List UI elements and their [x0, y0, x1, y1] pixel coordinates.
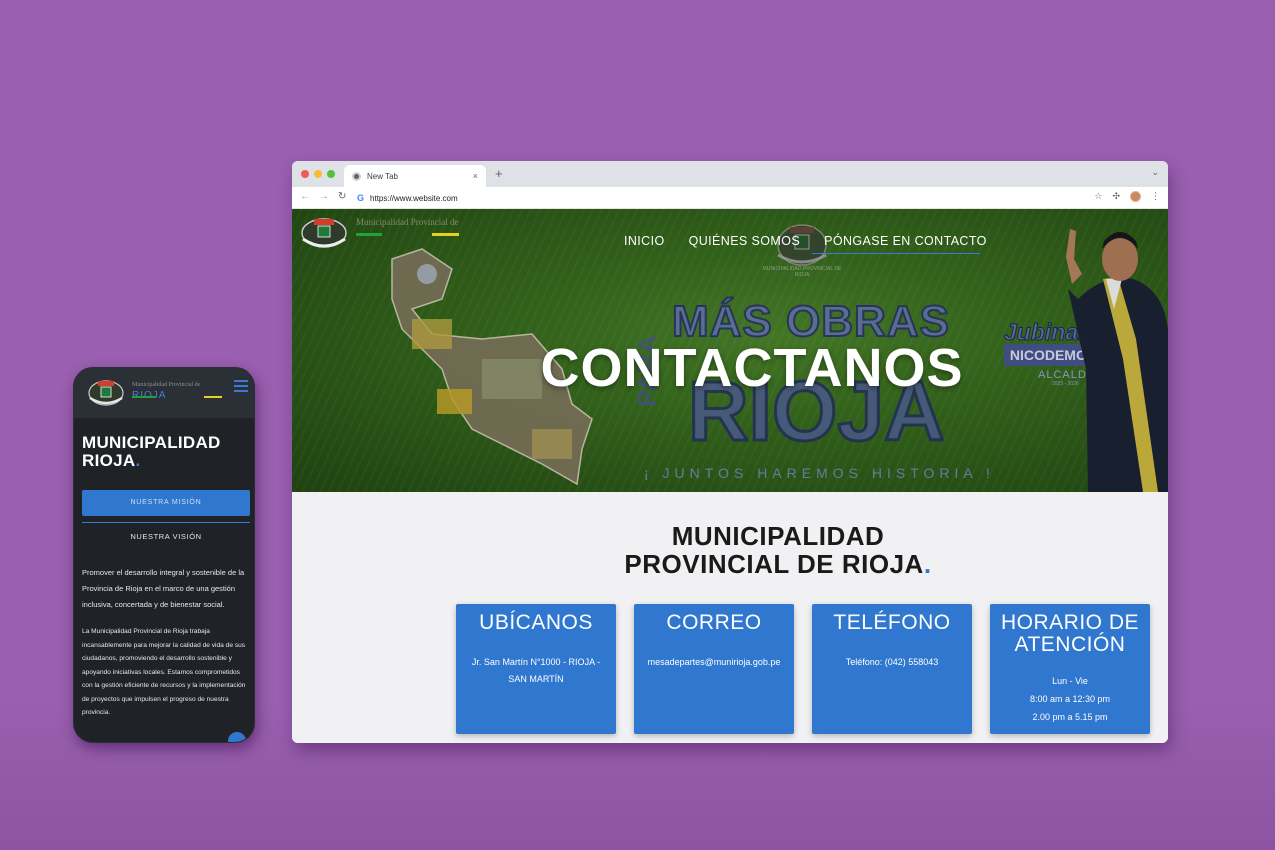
hero-heading: CONTACTANOS [540, 338, 964, 398]
back-arrow-icon[interactable]: ← [300, 191, 310, 202]
toolbar-actions: ☆ ✣ ⋮ [1094, 191, 1160, 202]
card-phone[interactable]: Teléfono: (042) 558043 [812, 654, 972, 671]
card-email[interactable]: mesadepartes@munirioja.gob.pe [634, 654, 794, 671]
minimize-window-icon[interactable] [314, 170, 322, 178]
new-tab-button[interactable]: + [495, 166, 503, 181]
reload-icon[interactable]: ↻ [338, 191, 346, 202]
tab-strip: New Tab × + ⌄ [292, 161, 1168, 187]
hero-banner: MÁS OBRAS PARA RIOJA Jubinal NICODEMOS A… [292, 209, 1168, 492]
nav-quienes-somos[interactable]: QUIÉNES SOMOS [689, 234, 800, 248]
card-title-line2: ATENCIÓN [1014, 633, 1126, 656]
google-icon: G [357, 193, 365, 203]
forward-arrow-icon[interactable]: → [319, 191, 329, 202]
tab-close-icon[interactable]: × [473, 171, 478, 181]
contact-cards: UBÍCANOS Jr. San Martín N°1000 - RIOJA -… [456, 604, 1150, 734]
schedule-afternoon: 2.00 pm a 5.15 pm [1032, 712, 1108, 722]
hamburger-menu-icon[interactable] [234, 380, 248, 392]
card-correo: CORREO mesadepartes@munirioja.gob.pe [634, 604, 794, 734]
card-horario: HORARIO DE ATENCIÓN Lun - Vie 8:00 am a … [990, 604, 1150, 734]
phone-mockup: Municipalidad Provincial de RIOJA MUNICI… [73, 367, 255, 743]
card-title: HORARIO DE ATENCIÓN [990, 612, 1150, 656]
browser-window: New Tab × + ⌄ ← → ↻ G https://www.websit… [292, 161, 1168, 743]
title-dot: . [135, 451, 141, 470]
main-navigation: INICIO QUIÉNES SOMOS PÓNGASE EN CONTACTO [624, 234, 987, 248]
tab-title: New Tab [367, 171, 398, 181]
close-window-icon[interactable] [301, 170, 309, 178]
schedule-morning: 8:00 am a 12:30 pm [1029, 694, 1111, 704]
nuestra-mision-button[interactable]: NUESTRA MISIÓN [82, 490, 250, 516]
tab-search-chevron-icon[interactable]: ⌄ [1151, 167, 1159, 178]
brand-yellow-bar [432, 233, 459, 236]
card-title: TELÉFONO [833, 611, 951, 634]
nav-contacto[interactable]: PÓNGASE EN CONTACTO [824, 234, 987, 248]
extensions-icon[interactable]: ✣ [1112, 191, 1120, 202]
kebab-menu-icon[interactable]: ⋮ [1151, 191, 1160, 202]
scroll-top-button[interactable] [228, 732, 246, 742]
active-nav-underline [812, 253, 980, 254]
card-schedule: Lun - Vie 8:00 am a 12:30 pm 2.00 pm a 5… [990, 672, 1150, 726]
nav-inicio[interactable]: INICIO [624, 234, 665, 248]
phone-divider [82, 522, 250, 523]
browser-tab[interactable]: New Tab × [344, 165, 486, 187]
phone-title-line2: RIOJA [82, 451, 136, 470]
address-bar[interactable]: G https://www.website.com [357, 190, 1097, 206]
brand-green-bar [356, 233, 382, 236]
phone-title-line1: MUNICIPALIDAD [82, 433, 221, 452]
municipality-logo-icon[interactable] [86, 378, 126, 408]
card-address: Jr. San Martín N°1000 - RIOJA - SAN MART… [471, 657, 601, 684]
maximize-window-icon[interactable] [327, 170, 335, 178]
phone-page-title: MUNICIPALIDAD RIOJA. [74, 418, 254, 470]
municipality-logo-icon[interactable] [298, 215, 350, 251]
url-text[interactable]: https://www.website.com [370, 194, 458, 203]
card-title-line1: HORARIO DE [1000, 611, 1139, 634]
card-telefono: TELÉFONO Teléfono: (042) 558043 [812, 604, 972, 734]
phone-brand-subtitle: Municipalidad Provincial de [132, 382, 201, 388]
section-title: MUNICIPALIDAD PROVINCIAL DE RIOJA. [292, 522, 1168, 578]
contact-section: MUNICIPALIDAD PROVINCIAL DE RIOJA. UBÍCA… [292, 492, 1168, 743]
profile-avatar[interactable] [1130, 191, 1141, 202]
phone-header: Municipalidad Provincial de RIOJA [74, 368, 254, 418]
navigation-buttons: ← → ↻ [300, 191, 346, 202]
card-ubicanos: UBÍCANOS Jr. San Martín N°1000 - RIOJA -… [456, 604, 616, 734]
nuestra-vision-button[interactable]: NUESTRA VISIÓN [82, 527, 250, 547]
mission-paragraph: Promover el desarrollo integral y sosten… [82, 568, 245, 609]
window-controls [301, 170, 335, 178]
title-dot: . [923, 549, 932, 579]
card-title: CORREO [666, 611, 762, 634]
section-title-line2: PROVINCIAL DE RIOJA [624, 549, 924, 579]
site-brand-subtitle: Municipalidad Provincial de [356, 217, 459, 227]
browser-toolbar: ← → ↻ G https://www.website.com ☆ ✣ ⋮ [292, 187, 1168, 209]
card-title: UBÍCANOS [479, 611, 593, 634]
about-paragraph: La Municipalidad Provincial de Rioja tra… [82, 628, 246, 716]
section-title-line1: MUNICIPALIDAD [671, 521, 885, 551]
schedule-days: Lun - Vie [1052, 676, 1088, 686]
star-icon[interactable]: ☆ [1094, 191, 1102, 202]
tab-favicon-icon [352, 171, 361, 181]
